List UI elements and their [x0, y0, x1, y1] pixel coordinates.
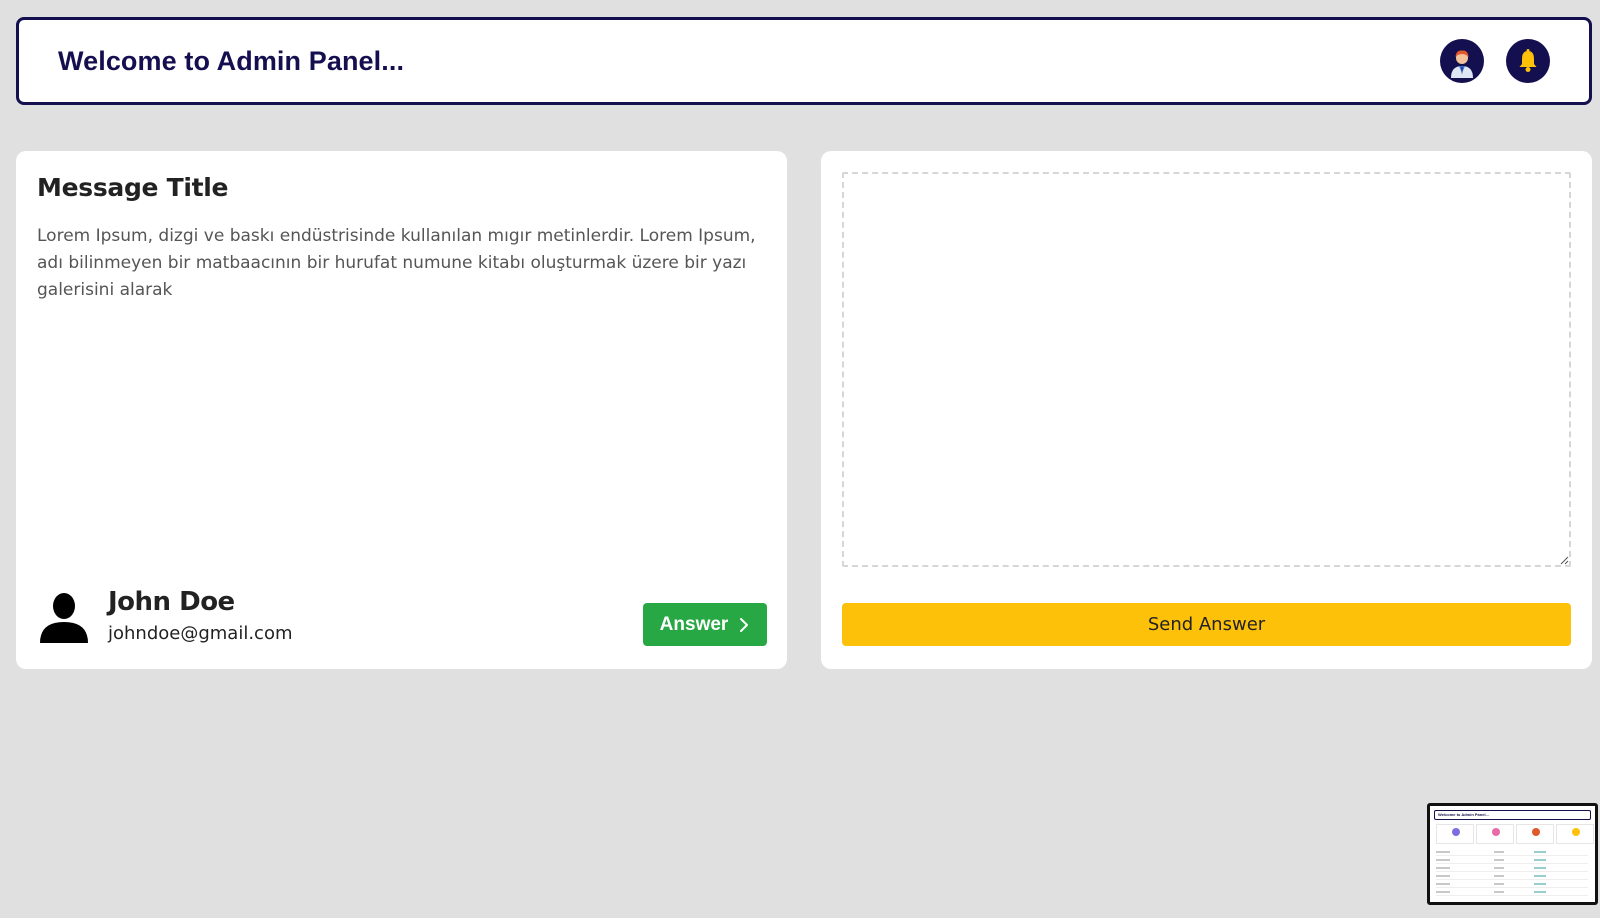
thumbnail-title: Welcome to Admin Panel... [1438, 812, 1489, 817]
thumbnail-stat-card [1436, 824, 1474, 844]
profile-button[interactable] [1440, 39, 1484, 83]
notification-button[interactable] [1506, 39, 1550, 83]
person-silhouette-icon [40, 593, 88, 643]
thumbnail-stat-card [1476, 824, 1514, 844]
send-answer-button[interactable]: Send Answer [842, 603, 1571, 646]
thumbnail-row [1436, 850, 1588, 856]
top-header: Welcome to Admin Panel... [16, 17, 1592, 105]
header-actions [1440, 39, 1550, 83]
thumbnail-stat-card [1556, 824, 1594, 844]
thumbnail-stat-card [1516, 824, 1554, 844]
thumbnail-row [1436, 866, 1588, 872]
chevron-right-icon [740, 617, 749, 632]
sender-name: John Doe [108, 587, 235, 617]
user-avatar-icon [1451, 50, 1473, 78]
message-card: Message Title Lorem Ipsum, dizgi ve bask… [16, 151, 787, 669]
answer-button[interactable]: Answer [643, 603, 767, 646]
message-title: Message Title [37, 173, 229, 202]
thumbnail-row [1436, 882, 1588, 888]
page-preview-thumbnail[interactable]: Welcome to Admin Panel... [1427, 803, 1598, 905]
reply-card: Send Answer [821, 151, 1592, 669]
thumbnail-row [1436, 874, 1588, 880]
message-body: Lorem Ipsum, dizgi ve baskı endüstrisind… [37, 226, 756, 300]
thumbnail-row [1436, 858, 1588, 864]
sender-email: johndoe@gmail.com [108, 623, 293, 644]
bell-icon [1519, 49, 1537, 72]
resize-grip-icon[interactable] [1559, 555, 1569, 565]
thumbnail-header: Welcome to Admin Panel... [1434, 810, 1591, 820]
answer-button-label: Answer [659, 613, 729, 635]
page-title: Welcome to Admin Panel... [58, 45, 405, 76]
answer-textarea[interactable] [842, 172, 1571, 567]
thumbnail-row [1436, 890, 1588, 896]
